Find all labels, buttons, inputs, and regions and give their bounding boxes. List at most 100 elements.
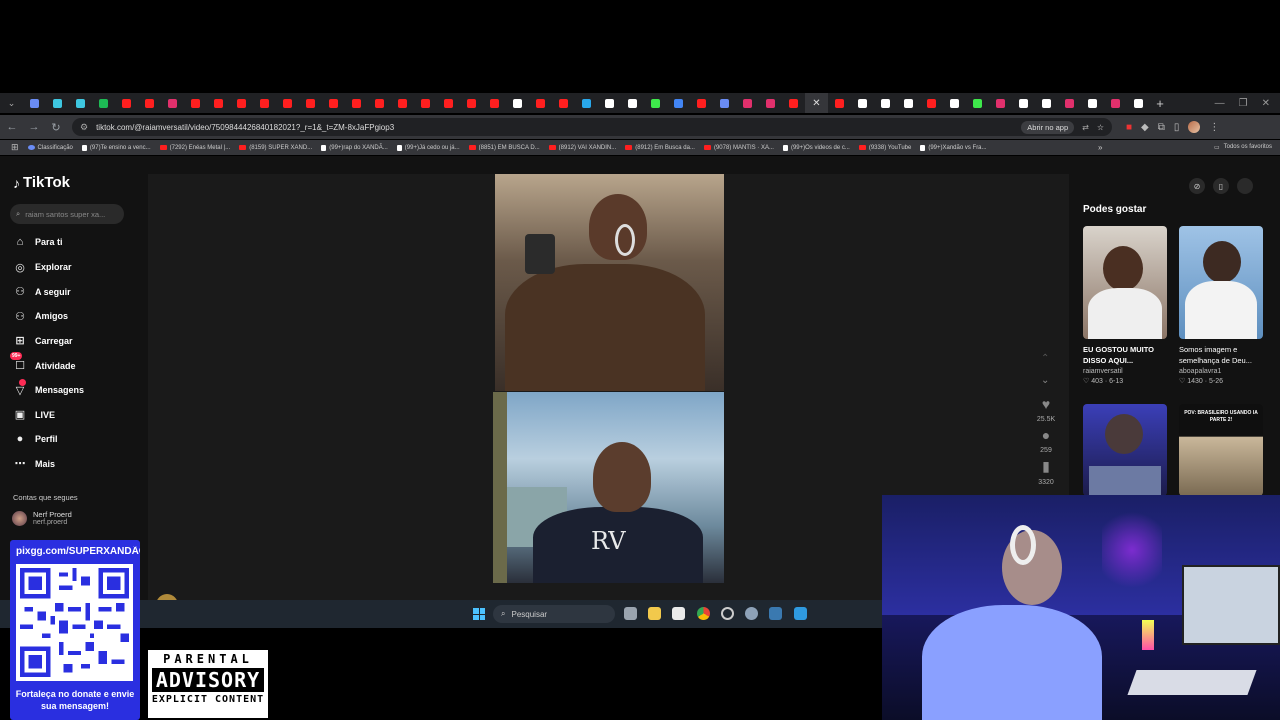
app-blue-icon[interactable] [794, 607, 807, 620]
browser-tab[interactable] [115, 93, 138, 113]
browser-tab[interactable] [184, 93, 207, 113]
site-info-icon[interactable]: ⚙ [80, 122, 88, 133]
browser-tab[interactable] [23, 93, 46, 113]
browser-tab[interactable] [575, 93, 598, 113]
bookmark-item[interactable]: (8912) VAI XANDIN... [548, 145, 616, 151]
extensions-puzzle-icon[interactable]: ⧉ [1158, 122, 1165, 133]
url-input[interactable]: ⚙ tiktok.com/@raiamversatil/video/750984… [72, 118, 1112, 136]
next-video-icon[interactable]: ⌄ [1041, 370, 1049, 392]
browser-tab[interactable] [460, 93, 483, 113]
forward-icon[interactable]: → [28, 121, 40, 133]
browser-tab[interactable] [690, 93, 713, 113]
open-in-app-button[interactable]: Abrir no app [1021, 120, 1075, 134]
browser-tab[interactable] [989, 93, 1012, 113]
back-icon[interactable]: ← [6, 121, 18, 133]
close-tab-icon[interactable]: ✕ [812, 98, 820, 109]
device-icon[interactable]: ▯ [1213, 178, 1229, 194]
tiktok-logo[interactable]: ♪ TikTok [13, 174, 70, 191]
nav-item-amigos[interactable]: ⚇ Amigos [13, 310, 68, 323]
browser-tab[interactable] [1012, 93, 1035, 113]
browser-tab[interactable] [483, 93, 506, 113]
browser-tab[interactable] [966, 93, 989, 113]
restore-icon[interactable]: ❐ [1239, 98, 1248, 109]
browser-tab[interactable] [414, 93, 437, 113]
bookmark-item[interactable]: (9338) YouTube [858, 145, 911, 151]
nav-item-perfil[interactable]: ● Perfil [13, 433, 58, 445]
browser-tab[interactable] [1058, 93, 1081, 113]
bookmark-item[interactable]: (99+)rap do XANDÃ... [321, 144, 388, 151]
browser-tab[interactable] [759, 93, 782, 113]
tab-list-chevron-icon[interactable]: ⌄ [0, 93, 23, 113]
browser-tab[interactable] [322, 93, 345, 113]
recommend-card[interactable]: POV: BRASILEIRO USANDO IA PARTE 2! [1179, 404, 1263, 496]
browser-tab[interactable] [138, 93, 161, 113]
file-explorer-icon[interactable] [648, 607, 661, 620]
browser-tab[interactable] [644, 93, 667, 113]
task-view-icon[interactable] [624, 607, 637, 620]
prev-video-icon[interactable]: ⌃ [1041, 348, 1049, 370]
browser-tab[interactable] [345, 93, 368, 113]
nav-item-mais[interactable]: ⋯ Mais [13, 457, 56, 470]
browser-tab[interactable] [667, 93, 690, 113]
new-tab-button[interactable]: + [1150, 96, 1170, 111]
active-tab[interactable]: ✕ [805, 93, 828, 113]
coins-icon[interactable]: ⊘ [1189, 178, 1205, 194]
settings-gear-icon[interactable] [745, 607, 758, 620]
browser-tab[interactable] [736, 93, 759, 113]
bookmark-item[interactable]: (97)Te ensino a venc... [81, 144, 151, 151]
store-icon[interactable] [672, 607, 685, 620]
extension-red-icon[interactable]: ■ [1126, 122, 1132, 133]
close-window-icon[interactable]: ✕ [1262, 98, 1270, 109]
reload-icon[interactable]: ↻ [50, 121, 62, 134]
app-icon[interactable] [721, 607, 734, 620]
browser-tab[interactable] [713, 93, 736, 113]
browser-tab[interactable] [161, 93, 184, 113]
profile-avatar[interactable] [1188, 121, 1201, 133]
browser-tab[interactable] [1104, 93, 1127, 113]
browser-tab[interactable] [207, 93, 230, 113]
browser-tab[interactable] [299, 93, 322, 113]
bookmark-item[interactable]: (99+)Os videos de c... [782, 144, 850, 151]
bookmark-item[interactable]: (9078) MANTIS · XA... [703, 145, 774, 151]
browser-tab[interactable] [943, 93, 966, 113]
windows-start-icon[interactable] [473, 608, 485, 620]
browser-tab[interactable] [253, 93, 276, 113]
browser-tab[interactable] [391, 93, 414, 113]
browser-tab[interactable] [828, 93, 851, 113]
browser-tab[interactable] [1127, 93, 1150, 113]
like-heart-icon[interactable]: ♥ [1042, 396, 1050, 412]
browser-tab[interactable] [529, 93, 552, 113]
user-avatar[interactable] [1237, 178, 1253, 194]
browser-tab[interactable] [552, 93, 575, 113]
browser-tab[interactable] [230, 93, 253, 113]
recommend-card[interactable]: Somos imagem e semelhança de Deu... aboa… [1179, 226, 1263, 385]
browser-tab[interactable] [897, 93, 920, 113]
nav-item-mensagens[interactable]: ▽ Mensagens [13, 378, 84, 397]
browser-tab[interactable] [1081, 93, 1104, 113]
browser-tab[interactable] [621, 93, 644, 113]
bookmark-item[interactable]: (7292) Enéas Metal |... [159, 145, 230, 151]
recommend-card[interactable] [1083, 404, 1167, 496]
bookmark-item[interactable]: (8159) SUPER XAND... [239, 145, 312, 151]
browser-tab[interactable] [1035, 93, 1058, 113]
bookmark-star-icon[interactable]: ☆ [1097, 123, 1104, 132]
bookmark-item[interactable]: (8851) EM BUSCA D... [468, 145, 540, 151]
browser-tab[interactable] [368, 93, 391, 113]
bookmarks-overflow-icon[interactable]: » [1098, 143, 1102, 152]
recommend-card[interactable]: EU GOSTOU MUITO DISSO AQUI... raiamversa… [1083, 226, 1167, 385]
nav-item-a-seguir[interactable]: ⚇ A seguir [13, 285, 71, 298]
nav-item-para-ti[interactable]: ⌂ Para ti [13, 236, 63, 248]
browser-tab[interactable] [782, 93, 805, 113]
chrome-icon[interactable] [697, 607, 710, 620]
nav-item-live[interactable]: ▣ LIVE [13, 408, 55, 421]
browser-tab[interactable] [46, 93, 69, 113]
browser-tab[interactable] [69, 93, 92, 113]
nav-item-atividade[interactable]: ☐ 99+ Atividade [10, 352, 76, 372]
bookmark-icon[interactable]: ▮ [1042, 458, 1050, 475]
browser-tab[interactable] [437, 93, 460, 113]
taskbar-search[interactable]: ⌕ Pesquisar [493, 605, 615, 623]
bookmark-item[interactable]: (8912) Em Busca da... [625, 145, 695, 151]
following-account[interactable]: Nerf Proerd nerf.proerd [12, 510, 72, 526]
translate-icon[interactable]: ⇄ [1082, 123, 1089, 132]
extension-icon[interactable]: ◆ [1141, 122, 1149, 133]
